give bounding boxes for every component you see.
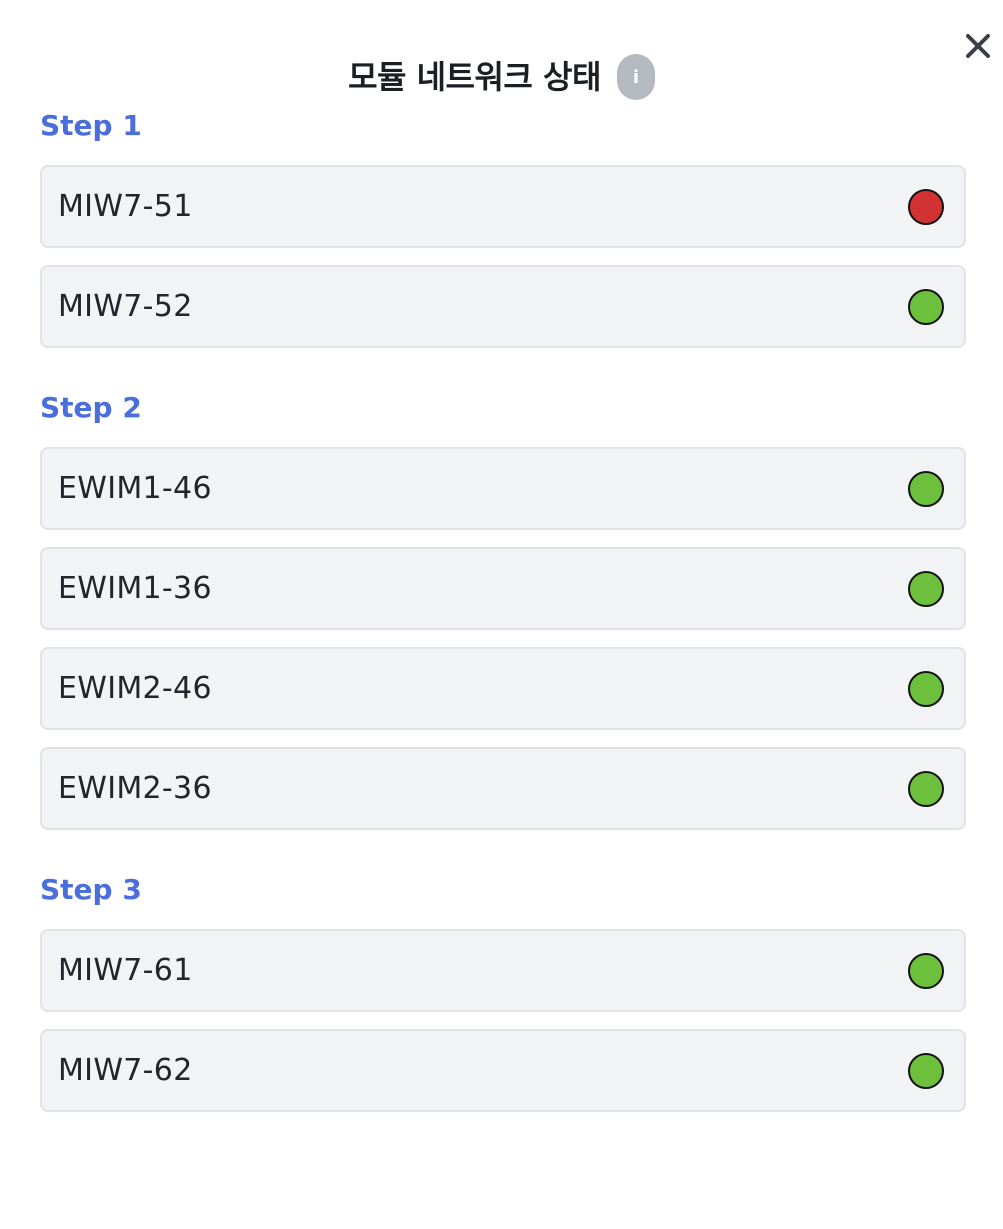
modal-header: 모듈 네트워크 상태 i: [0, 50, 1003, 104]
status-indicator-icon: [908, 670, 944, 707]
module-name: MIW7-62: [58, 1053, 193, 1088]
module-row[interactable]: EWIM2-36: [40, 747, 966, 830]
module-name: EWIM2-46: [58, 671, 212, 706]
module-row[interactable]: EWIM1-46: [40, 447, 966, 530]
steps-list: Step 1 MIW7-51 MIW7-52 Step 2 EWIM1-46 E…: [40, 104, 966, 1150]
module-row[interactable]: MIW7-62: [40, 1029, 966, 1112]
network-status-modal: 모듈 네트워크 상태 i Step 1 MIW7-51 MIW7-52 Step…: [0, 0, 1003, 1229]
module-row[interactable]: EWIM2-46: [40, 647, 966, 730]
module-name: MIW7-61: [58, 953, 193, 988]
step-title: Step 2: [40, 391, 142, 424]
step-title: Step 3: [40, 873, 142, 906]
close-icon[interactable]: [958, 26, 998, 66]
status-indicator-icon: [908, 952, 944, 989]
step-title: Step 1: [40, 109, 142, 142]
module-name: EWIM1-36: [58, 571, 212, 606]
module-row[interactable]: MIW7-52: [40, 265, 966, 348]
module-name: EWIM2-36: [58, 771, 212, 806]
module-name: MIW7-51: [58, 189, 193, 224]
status-indicator-icon: [908, 570, 944, 607]
status-indicator-icon: [908, 1052, 944, 1089]
info-icon[interactable]: i: [616, 54, 655, 100]
module-row[interactable]: EWIM1-36: [40, 547, 966, 630]
modal-title: 모듈 네트워크 상태: [348, 58, 601, 96]
status-indicator-icon: [908, 770, 944, 807]
status-indicator-icon: [908, 188, 944, 225]
step-2-section: Step 2 EWIM1-46 EWIM1-36 EWIM2-46 EWIM2-…: [40, 386, 966, 830]
module-row[interactable]: MIW7-51: [40, 165, 966, 248]
status-indicator-icon: [908, 470, 944, 507]
step-3-section: Step 3 MIW7-61 MIW7-62: [40, 868, 966, 1112]
status-indicator-icon: [908, 288, 944, 325]
module-name: MIW7-52: [58, 289, 193, 324]
step-1-section: Step 1 MIW7-51 MIW7-52: [40, 104, 966, 348]
module-row[interactable]: MIW7-61: [40, 929, 966, 1012]
module-name: EWIM1-46: [58, 471, 212, 506]
